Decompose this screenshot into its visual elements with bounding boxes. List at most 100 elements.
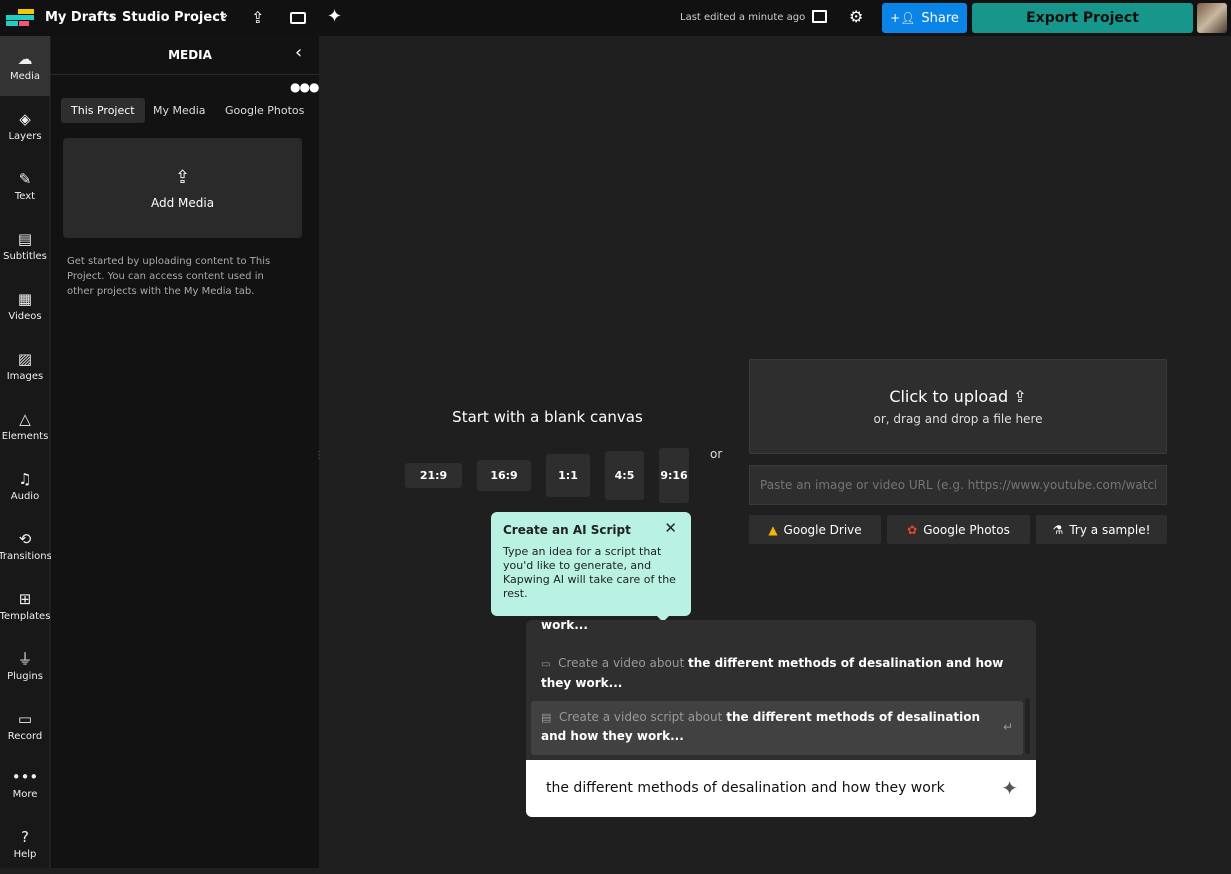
- sidebar-rail: ☁ Media ◈ Layers ✎Text▤Subtitles ▦ Videos ▨Imag…: [0, 36, 50, 868]
- google-drive-label: Google Drive: [784, 523, 862, 537]
- help-icon: ?: [21, 829, 29, 845]
- ratio-21-9-button[interactable]: 21:9: [405, 463, 462, 488]
- collapse-panel-chevron-icon[interactable]: ‹: [295, 42, 302, 63]
- project-name[interactable]: Studio Project: [122, 10, 226, 25]
- sidebar-item-label: Templates: [0, 611, 50, 622]
- ratio-16-9-button[interactable]: 16:9: [477, 460, 531, 491]
- upload-title: Click to upload: [889, 387, 1008, 406]
- image-icon: ▨: [18, 351, 32, 367]
- suggestion-prefix: Create a video about: [558, 656, 684, 670]
- text-edit-icon: ✎: [19, 171, 32, 187]
- sidebar-item-label: Record: [8, 731, 43, 742]
- sidebar-item-images[interactable]: ▨Images: [0, 336, 50, 396]
- sidebar-item-label: Transitions: [0, 551, 52, 562]
- sidebar-item-label: Layers: [8, 131, 41, 142]
- sidebar-item-label: More: [13, 789, 38, 800]
- try-sample-label: Try a sample!: [1069, 523, 1150, 537]
- layers-icon: ◈: [19, 111, 31, 127]
- add-media-label: Add Media: [151, 196, 214, 210]
- ratio-4-5-button[interactable]: 4:5: [605, 451, 644, 500]
- sidebar-item-layers[interactable]: ◈ Layers: [0, 96, 50, 156]
- panel-title: MEDIA: [51, 48, 329, 62]
- google-photos-button[interactable]: ✿ Google Photos: [887, 515, 1030, 544]
- google-photos-label: Google Photos: [923, 523, 1010, 537]
- music-icon: ♫: [18, 471, 31, 487]
- more-icon: •••: [12, 769, 39, 785]
- sidebar-item-record[interactable]: ▭ Record: [0, 696, 50, 756]
- sidebar-item-label: Videos: [8, 311, 41, 322]
- suggestions-scrollbar[interactable]: [1025, 698, 1030, 754]
- top-bar: My Drafts › Studio Project ⌄ ⇪ ✦ Last ed…: [0, 0, 1231, 36]
- ai-script-tooltip: Create an AI Script ✕ Type an idea for a…: [491, 512, 691, 616]
- upload-dropzone[interactable]: Click to upload ⇪ or, drag and drop a fi…: [749, 359, 1167, 454]
- sidebar-item-subtitles[interactable]: ▤Subtitles: [0, 216, 50, 276]
- blank-canvas-title: Start with a blank canvas: [405, 408, 690, 426]
- media-url-input[interactable]: [749, 465, 1167, 505]
- sidebar-item-label: Plugins: [7, 671, 43, 682]
- suggestion-video[interactable]: ▭ Create a video about the different met…: [531, 650, 1023, 697]
- upload-icon[interactable]: ⇪: [251, 8, 264, 27]
- ratio-9-16-button[interactable]: 9:16: [659, 448, 689, 503]
- suggestion-partial: work...: [541, 620, 588, 632]
- panel-resize-handle[interactable]: ⋮: [314, 450, 324, 461]
- google-drive-button[interactable]: ▲Google Drive: [749, 515, 881, 544]
- tab-this-project[interactable]: This Project: [61, 98, 145, 123]
- media-panel: MEDIA ‹ ●●● This Project My Media Google…: [51, 36, 319, 868]
- try-sample-button[interactable]: ⚗ Try a sample!: [1036, 515, 1167, 544]
- divider: [51, 74, 319, 75]
- sidebar-item-help[interactable]: ? Help: [0, 814, 50, 874]
- add-media-button[interactable]: ⇪ Add Media: [63, 138, 302, 238]
- sidebar-item-elements[interactable]: △Elements: [0, 396, 50, 456]
- enter-icon: ↵: [1003, 718, 1013, 737]
- transitions-icon: ⟲: [19, 531, 32, 547]
- prompt-input[interactable]: the different methods of desalination an…: [526, 760, 1036, 817]
- settings-gear-icon[interactable]: ⚙: [849, 7, 863, 26]
- comments-icon[interactable]: [812, 10, 827, 23]
- ai-prompt-box: work... ▭ Create a video about the diffe…: [526, 620, 1036, 817]
- google-photos-icon: ✿: [907, 523, 917, 537]
- share-button[interactable]: +👤︎ Share: [882, 3, 967, 33]
- add-person-icon: +👤︎: [890, 11, 915, 25]
- tooltip-title: Create an AI Script: [503, 523, 679, 537]
- sidebar-item-text[interactable]: ✎Text: [0, 156, 50, 216]
- ratio-1-1-button[interactable]: 1:1: [546, 454, 590, 497]
- sidebar-item-label: Subtitles: [3, 251, 47, 262]
- breadcrumb-my-drafts[interactable]: My Drafts: [45, 10, 117, 25]
- export-project-button[interactable]: Export Project: [972, 3, 1193, 33]
- camera-icon: ▭: [18, 711, 32, 727]
- last-edited-status: Last edited a minute ago: [680, 12, 805, 23]
- suggestion-video-script[interactable]: ▤ Create a video script about the differ…: [531, 701, 1023, 755]
- sidebar-item-label: Audio: [11, 491, 39, 502]
- sidebar-item-videos[interactable]: ▦ Videos: [0, 276, 50, 336]
- film-icon: ▦: [18, 291, 32, 307]
- or-separator: or: [710, 447, 722, 461]
- ai-sparkle-icon[interactable]: ✦: [327, 6, 342, 27]
- upload-cloud-icon: ☁: [18, 51, 33, 67]
- suggestion-prefix: Create a video script about: [559, 710, 722, 724]
- share-label: Share: [921, 11, 959, 26]
- sidebar-item-transitions[interactable]: ⟲ Transitions: [0, 516, 50, 576]
- more-options-icon[interactable]: ●●●: [290, 80, 318, 94]
- upload-subtitle: or, drag and drop a file here: [874, 412, 1043, 426]
- upload-icon: ⇪: [1013, 387, 1026, 406]
- chevron-down-icon[interactable]: ⌄: [219, 7, 230, 22]
- plug-icon: ⏚: [17, 651, 32, 667]
- tab-google-photos[interactable]: Google Photos: [215, 98, 314, 123]
- ai-sparkle-submit-icon[interactable]: ✦: [1001, 776, 1018, 800]
- sidebar-item-label: Media: [10, 71, 40, 82]
- user-avatar[interactable]: [1197, 3, 1227, 33]
- sidebar-item-audio[interactable]: ♫ Audio: [0, 456, 50, 516]
- video-camera-icon: ▭: [541, 659, 550, 670]
- media-hint: Get started by uploading content to This…: [67, 254, 287, 299]
- sidebar-item-media[interactable]: ☁ Media: [0, 36, 50, 96]
- kapwing-logo[interactable]: [6, 9, 36, 29]
- close-icon[interactable]: ✕: [664, 519, 677, 537]
- sidebar-item-label: Help: [14, 849, 37, 860]
- sidebar-item-plugins[interactable]: ⏚ Plugins: [0, 636, 50, 696]
- flask-icon: ⚗: [1053, 523, 1064, 537]
- sidebar-item-label: Elements: [2, 431, 49, 442]
- sidebar-item-templates[interactable]: ⊞Templates: [0, 576, 50, 636]
- tab-my-media[interactable]: My Media: [143, 98, 216, 123]
- subtitles-icon[interactable]: [290, 12, 306, 24]
- sidebar-item-more[interactable]: ••• More: [0, 754, 50, 814]
